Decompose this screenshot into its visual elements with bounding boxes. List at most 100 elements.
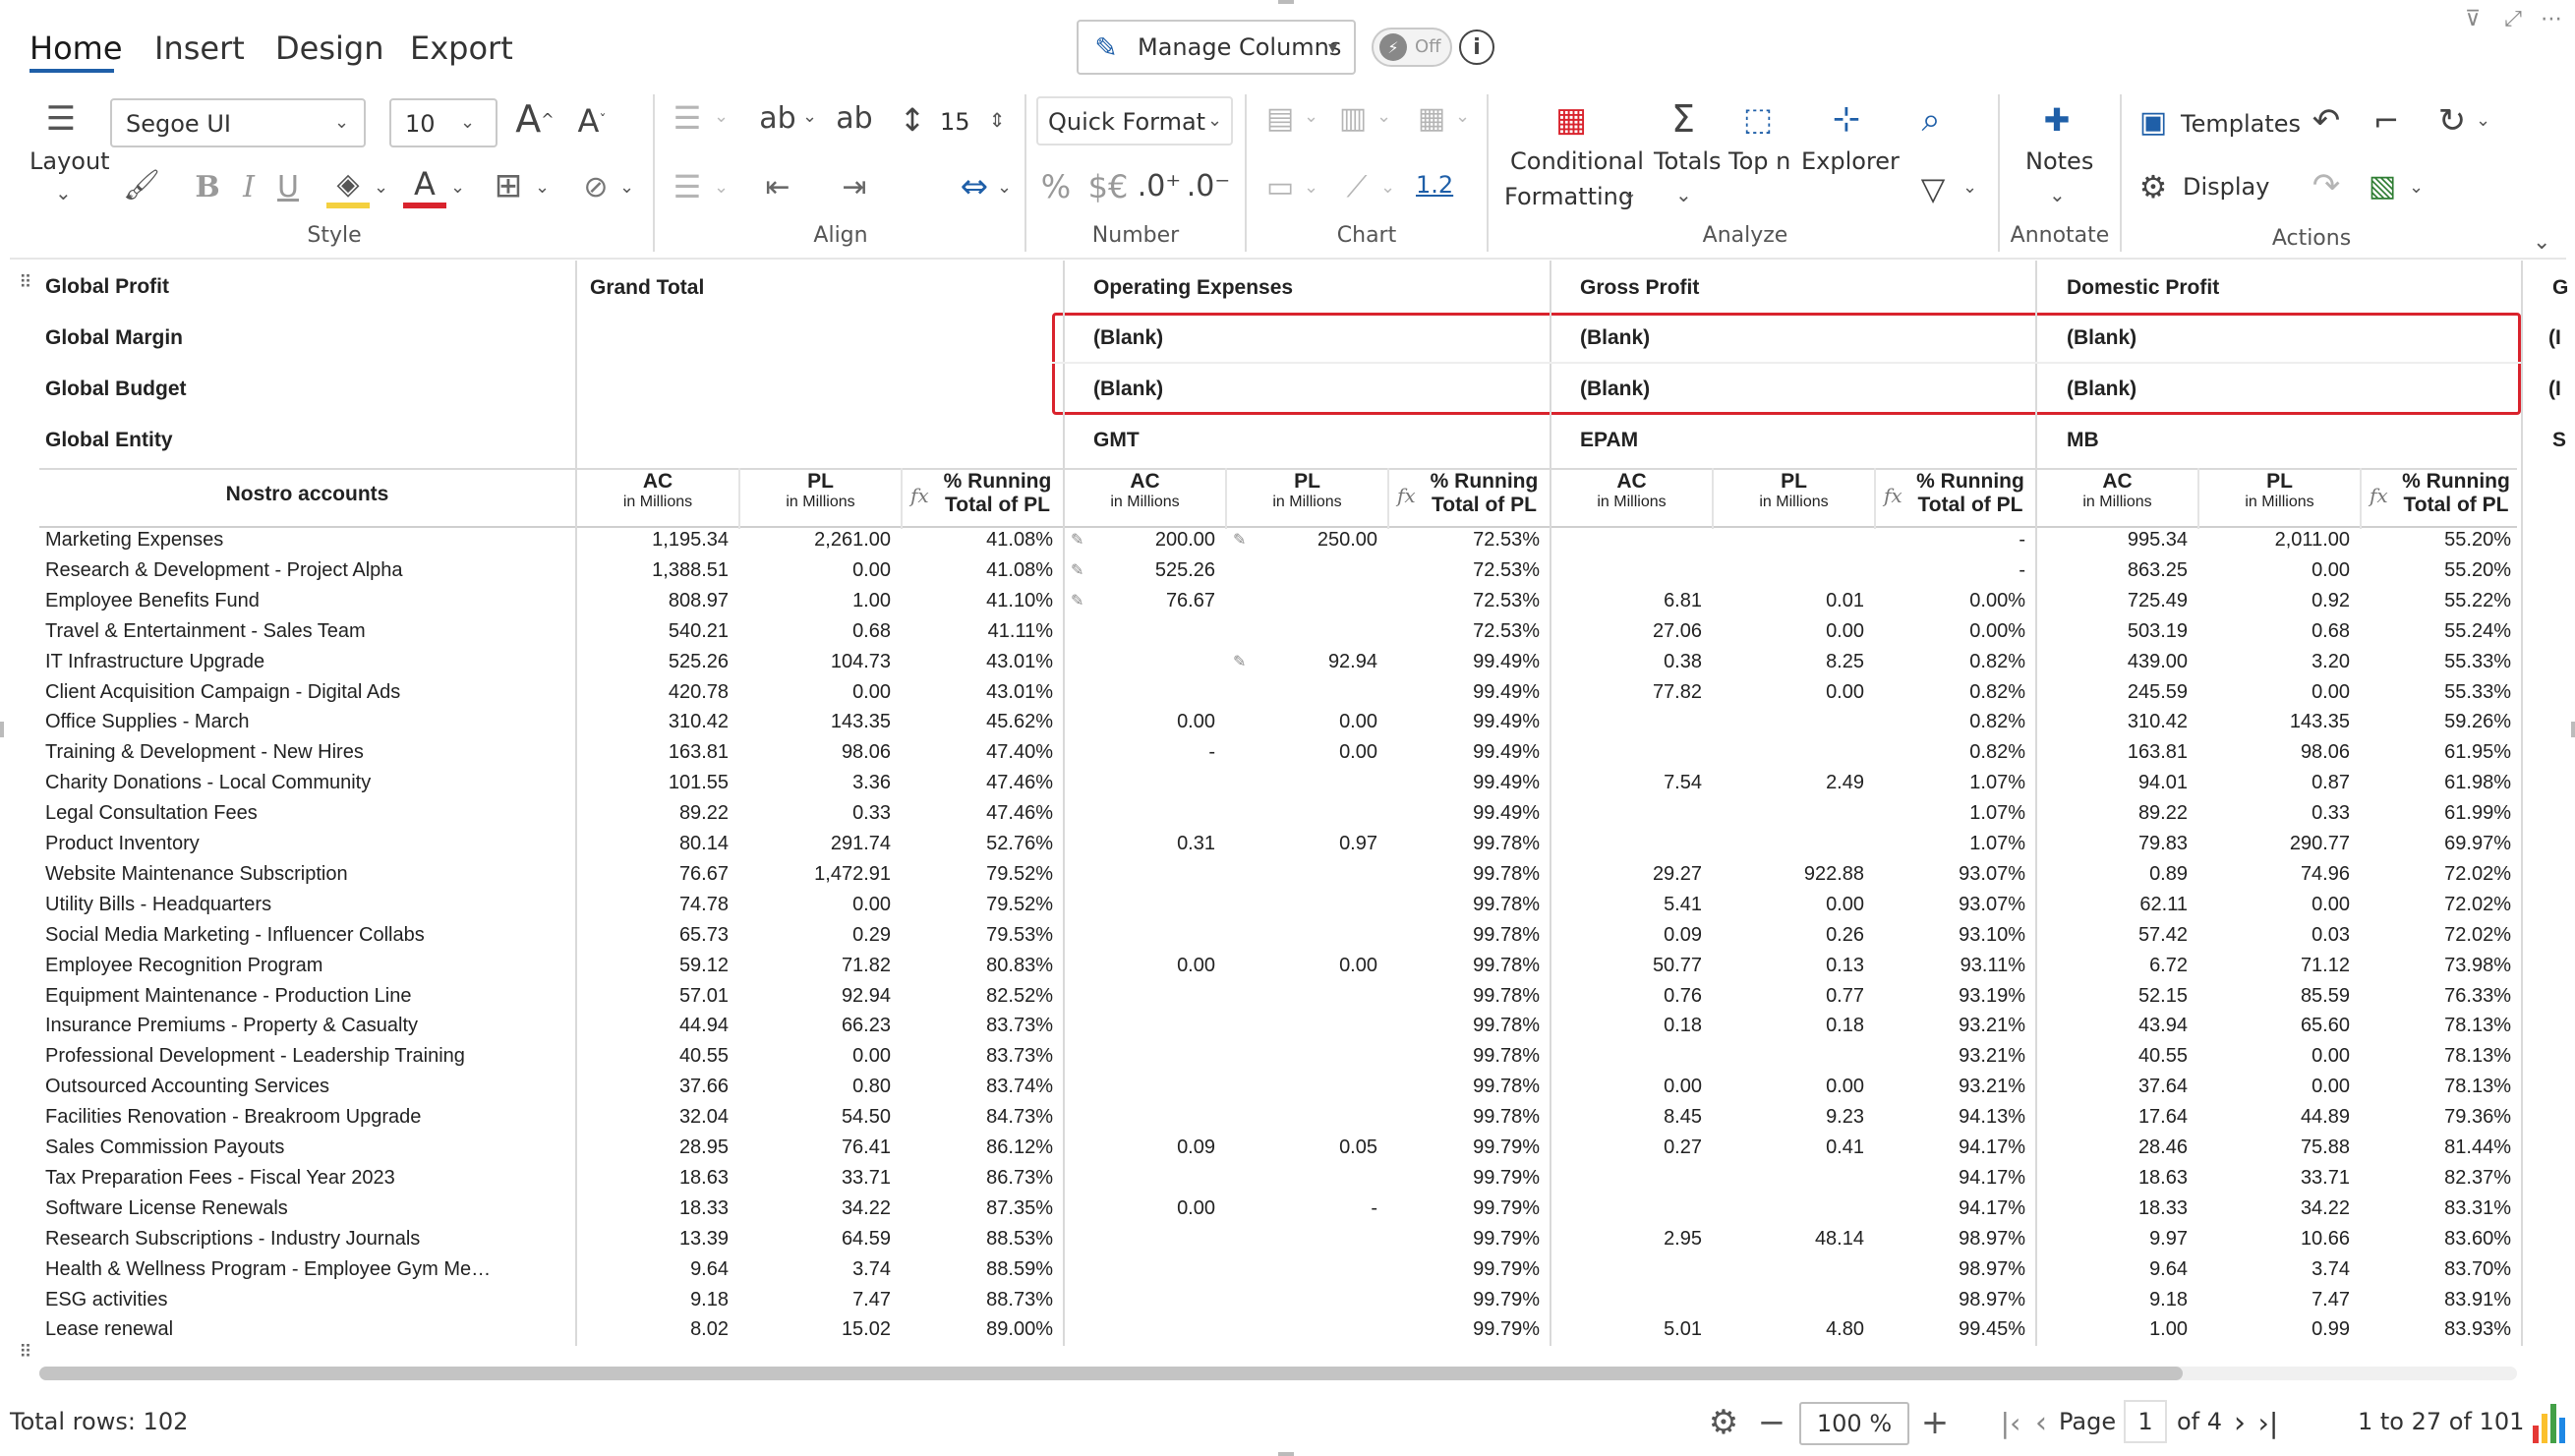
table-cell[interactable]: 0.00 <box>1225 951 1377 981</box>
quick-toggle[interactable]: ⚡ Off <box>1372 28 1452 67</box>
table-cell[interactable]: 81.44% <box>2360 1133 2511 1163</box>
info-icon[interactable]: i <box>1459 29 1494 65</box>
table-cell[interactable]: 93.21% <box>1874 1011 2025 1041</box>
table-cell[interactable] <box>1550 1041 1702 1072</box>
table-cell[interactable]: 0.31 <box>1063 829 1215 859</box>
table-cell[interactable]: 0.13 <box>1712 951 1864 981</box>
table-cell[interactable]: 0.00 <box>2197 677 2350 708</box>
table-cell[interactable]: 88.59% <box>901 1254 1053 1285</box>
increase-decimal-icon[interactable]: .0⁺ <box>1133 163 1186 208</box>
table-cell[interactable]: 99.78% <box>1387 1011 1540 1041</box>
table-cell[interactable]: 72.53% <box>1387 525 1540 555</box>
table-cell[interactable]: 79.36% <box>2360 1102 2511 1133</box>
table-row[interactable]: ESG activities 9.18 7.47 88.73% 99.79% 98.97%… <box>39 1285 2517 1315</box>
table-cell[interactable]: 80.83% <box>901 951 1053 981</box>
edit-pencil-icon[interactable]: ✎ <box>1233 647 1246 677</box>
table-cell[interactable]: 72.02% <box>2360 859 2511 890</box>
table-cell[interactable]: 3.74 <box>738 1254 891 1285</box>
table-cell[interactable]: 290.77 <box>2197 829 2350 859</box>
table-cell[interactable]: 64.59 <box>738 1224 891 1254</box>
table-cell[interactable]: 0.68 <box>738 616 891 647</box>
table-row[interactable]: Product Inventory 80.14 291.74 52.76% 0.31 0.… <box>39 829 2517 859</box>
table-cell[interactable] <box>1063 1224 1215 1254</box>
table-cell[interactable] <box>1225 555 1377 586</box>
table-cell[interactable]: 82.52% <box>901 981 1053 1012</box>
table-cell[interactable]: 47.46% <box>901 798 1053 829</box>
table-cell[interactable]: 99.78% <box>1387 981 1540 1012</box>
table-cell[interactable]: 0.82% <box>1874 737 2025 768</box>
chart-precision-button[interactable]: 1.2 <box>1416 171 1453 199</box>
table-cell[interactable]: 61.95% <box>2360 737 2511 768</box>
table-cell[interactable]: 93.10% <box>1874 920 2025 951</box>
table-cell[interactable]: 163.81 <box>2035 737 2188 768</box>
table-cell[interactable]: 55.24% <box>2360 616 2511 647</box>
table-cell[interactable]: 98.97% <box>1874 1224 2025 1254</box>
table-cell[interactable] <box>1225 586 1377 616</box>
table-cell[interactable]: 17.64 <box>2035 1102 2188 1133</box>
column-width-icon[interactable]: ⇔ <box>952 165 997 208</box>
table-cell[interactable]: 50.77 <box>1550 951 1702 981</box>
table-cell[interactable]: 0.38 <box>1550 647 1702 677</box>
chevron-down-icon[interactable]: ⌄ <box>1962 177 1977 198</box>
table-cell[interactable] <box>1063 1102 1215 1133</box>
edit-pencil-icon[interactable]: ✎ <box>1233 525 1246 555</box>
edit-pencil-icon[interactable]: ✎ <box>1071 525 1083 555</box>
chevron-down-icon[interactable]: ⌄ <box>374 177 388 198</box>
table-cell[interactable]: 87.35% <box>901 1194 1053 1224</box>
table-cell[interactable]: 59.26% <box>2360 707 2511 737</box>
table-cell[interactable]: 0.18 <box>1550 1011 1702 1041</box>
table-cell[interactable]: 7.47 <box>2197 1285 2350 1315</box>
column-header-ac[interactable]: AC in Millions <box>1551 470 1712 529</box>
table-cell[interactable]: 101.55 <box>575 768 729 798</box>
table-cell[interactable]: 18.63 <box>575 1163 729 1194</box>
table-cell[interactable]: 98.06 <box>2197 737 2350 768</box>
table-row[interactable]: Facilities Renovation - Breakroom Upgrad… <box>39 1102 2517 1133</box>
table-cell[interactable] <box>1063 647 1215 677</box>
table-cell[interactable]: 54.50 <box>738 1102 891 1133</box>
chevron-down-icon[interactable]: ⌄ <box>1380 177 1395 198</box>
table-cell[interactable]: 47.46% <box>901 768 1053 798</box>
table-cell[interactable]: 0.41 <box>1712 1133 1864 1163</box>
table-cell[interactable]: 83.31% <box>2360 1194 2511 1224</box>
table-cell[interactable]: 2.95 <box>1550 1224 1702 1254</box>
table-cell[interactable]: 93.21% <box>1874 1041 2025 1072</box>
table-cell[interactable]: 77.82 <box>1550 677 1702 708</box>
table-cell[interactable]: 43.94 <box>2035 1011 2188 1041</box>
manage-columns-button[interactable]: ✎ Manage Columns ▾ <box>1077 20 1356 75</box>
table-row[interactable]: Office Supplies - March 310.42 143.35 45.62… <box>39 707 2517 737</box>
table-cell[interactable]: 89.22 <box>575 798 729 829</box>
table-cell[interactable]: 99.79% <box>1387 1194 1540 1224</box>
table-cell[interactable]: 291.74 <box>738 829 891 859</box>
fill-color-icon[interactable]: ◈ <box>326 165 370 208</box>
refresh-icon[interactable]: ↻ <box>2432 100 2472 142</box>
table-cell[interactable] <box>1550 555 1702 586</box>
table-cell[interactable]: 52.76% <box>901 829 1053 859</box>
undo-icon[interactable]: ↶ <box>2307 100 2346 142</box>
table-cell[interactable]: 9.18 <box>575 1285 729 1315</box>
layout-chevron-icon[interactable]: ⌄ <box>55 181 72 204</box>
table-cell[interactable]: 725.49 <box>2035 586 2188 616</box>
italic-icon[interactable]: I <box>234 169 263 204</box>
table-cell[interactable]: - <box>1874 525 2025 555</box>
table-cell[interactable]: 439.00 <box>2035 647 2188 677</box>
table-cell[interactable]: 66.23 <box>738 1011 891 1041</box>
table-cell[interactable]: 76.67 <box>575 859 729 890</box>
table-cell[interactable]: 80.14 <box>575 829 729 859</box>
table-cell[interactable]: 1.07% <box>1874 768 2025 798</box>
table-cell[interactable] <box>1063 1254 1215 1285</box>
table-cell[interactable]: 18.33 <box>575 1194 729 1224</box>
table-cell[interactable] <box>1225 890 1377 920</box>
table-cell[interactable]: 71.12 <box>2197 951 2350 981</box>
table-cell[interactable]: 41.08% <box>901 555 1053 586</box>
table-cell[interactable]: 13.39 <box>575 1224 729 1254</box>
underline-icon[interactable]: U <box>273 169 303 204</box>
table-cell[interactable]: 0.27 <box>1550 1133 1702 1163</box>
table-cell[interactable]: 29.27 <box>1550 859 1702 890</box>
column-header-pl[interactable]: PL in Millions <box>2199 470 2360 529</box>
table-cell[interactable]: 72.53% <box>1387 586 1540 616</box>
decrease-font-icon[interactable]: Aˇ <box>570 98 614 144</box>
table-cell[interactable]: 0.26 <box>1712 920 1864 951</box>
table-cell[interactable]: 73.98% <box>2360 951 2511 981</box>
table-cell[interactable] <box>1063 981 1215 1012</box>
align-left-icon[interactable]: ☰ <box>665 96 710 140</box>
